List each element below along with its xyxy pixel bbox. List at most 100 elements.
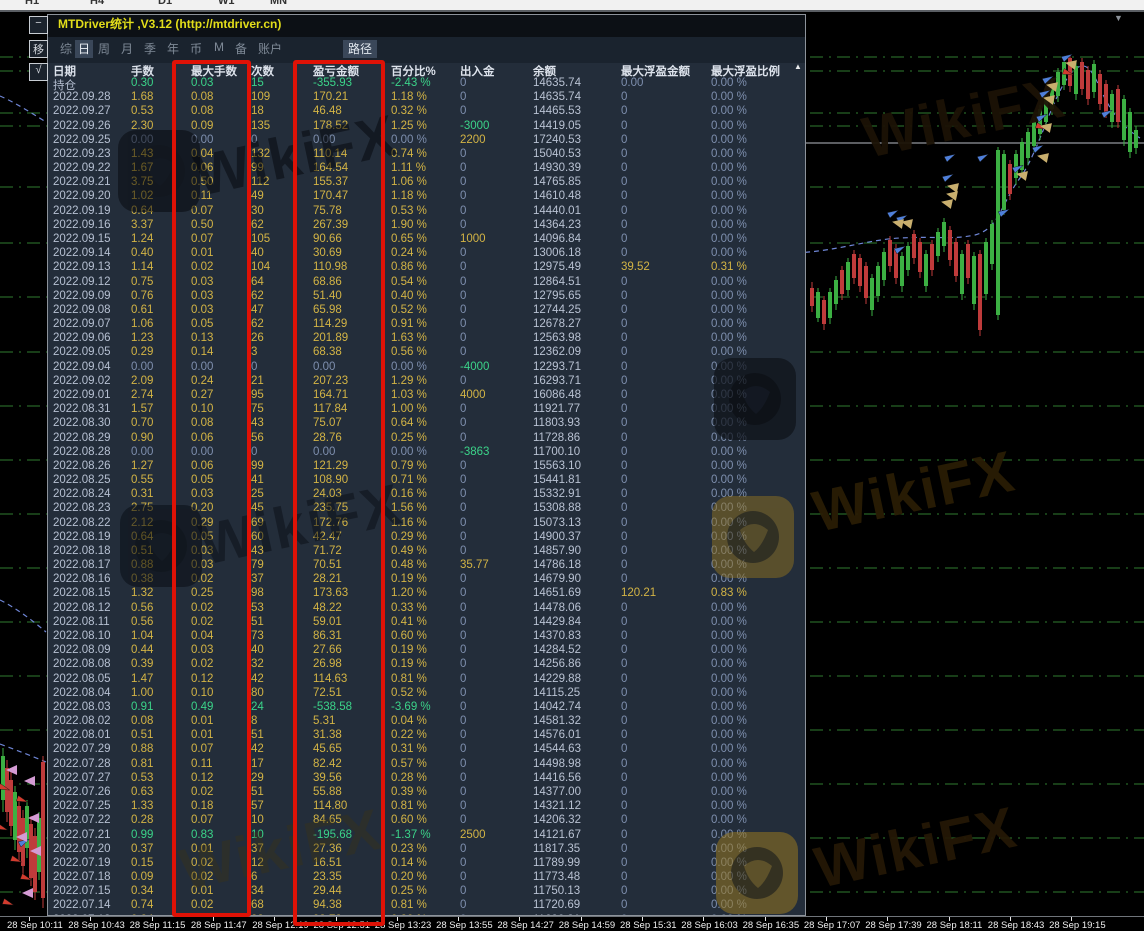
- candle-body: [1116, 89, 1120, 122]
- table-cell: 0.09: [131, 871, 153, 883]
- red-annotation-box: [172, 60, 251, 917]
- candle-body: [1128, 112, 1132, 152]
- tab-季[interactable]: 季: [141, 40, 159, 58]
- timeframe-button-W1[interactable]: W1: [218, 0, 235, 7]
- panel-title: MTDriver统计 ,V3.12 (http://mtdriver.cn): [58, 15, 281, 32]
- candle-body: [13, 792, 17, 840]
- table-cell: -3863: [460, 446, 489, 458]
- table-cell: 0.15: [131, 857, 153, 869]
- path-button[interactable]: 路径: [343, 40, 377, 58]
- table-cell: 11921.77: [533, 403, 580, 415]
- table-cell: 2022.08.10: [53, 630, 111, 642]
- table-cell: 1.11 %: [391, 162, 426, 174]
- table-cell: 42: [251, 743, 264, 755]
- table-cell: 0.00 %: [711, 843, 747, 855]
- table-cell: 99: [251, 460, 264, 472]
- candle-body: [33, 836, 37, 892]
- panel-titlebar[interactable]: MTDriver统计 ,V3.12 (http://mtdriver.cn): [48, 15, 805, 37]
- table-cell: 0.34: [131, 885, 153, 897]
- table-cell: 0.28: [131, 814, 153, 826]
- tab-月[interactable]: 月: [118, 40, 136, 58]
- tab-周[interactable]: 周: [95, 40, 113, 58]
- minimize-button[interactable]: −: [29, 16, 48, 34]
- table-cell: 0.91 %: [391, 318, 427, 330]
- table-cell: 0.00 %: [711, 602, 747, 614]
- tab-账户[interactable]: 账户: [255, 40, 285, 58]
- tab-日[interactable]: 日: [75, 40, 93, 58]
- scroll-up-icon[interactable]: ▲: [794, 62, 802, 71]
- table-cell: 2022.07.26: [53, 786, 111, 798]
- candle-body: [846, 262, 850, 290]
- table-cell: 11803.93: [533, 417, 580, 429]
- table-cell: 2.75: [131, 502, 153, 514]
- table-cell: 0.29 %: [391, 531, 427, 543]
- table-cell: 0: [621, 701, 627, 713]
- tab-M[interactable]: M: [211, 40, 227, 58]
- timeframe-button-MN[interactable]: MN: [270, 0, 287, 7]
- chevron-down-icon[interactable]: ▼: [1114, 13, 1123, 23]
- table-cell: 0: [621, 772, 627, 784]
- table-cell: 0.40 %: [391, 290, 427, 302]
- table-cell: 29: [251, 772, 264, 784]
- table-cell: 0.39 %: [391, 786, 427, 798]
- table-cell: 34: [251, 885, 264, 897]
- table-cell: 0: [621, 743, 627, 755]
- table-cell: 112: [251, 176, 269, 188]
- tab-币[interactable]: 币: [187, 40, 205, 58]
- table-cell: 0: [621, 602, 627, 614]
- timeframe-button-D1[interactable]: D1: [158, 0, 172, 7]
- table-row: 2022.07.200.370.013727.360.23 %011817.35…: [48, 843, 806, 857]
- table-cell: 0: [460, 899, 466, 911]
- table-row: 2022.08.110.560.025159.010.41 %014429.84…: [48, 616, 806, 630]
- table-cell: 3.37: [131, 219, 153, 231]
- table-cell: 40: [251, 247, 264, 259]
- table-cell: 51: [251, 786, 264, 798]
- table-cell: 1.33: [131, 800, 153, 812]
- table-cell: 0.41 %: [391, 616, 427, 628]
- table-cell: 0: [621, 403, 627, 415]
- table-cell: 0: [460, 701, 466, 713]
- timeframe-toolbar[interactable]: H1 H4 D1 W1 MN: [0, 0, 1144, 12]
- table-row: 2022.08.010.510.015131.380.22 %014576.01…: [48, 729, 806, 743]
- table-cell: 0.00 %: [391, 134, 427, 146]
- table-cell: 2.30: [131, 120, 153, 132]
- table-cell: 0: [460, 786, 466, 798]
- table-cell: 0.00 %: [711, 417, 747, 429]
- table-cell: 35.77: [460, 559, 489, 571]
- table-cell: 0: [621, 105, 627, 117]
- table-cell: 0: [460, 729, 466, 741]
- table-cell: 51: [251, 616, 264, 628]
- table-row: 2022.09.022.090.2421207.231.29 %016293.7…: [48, 375, 806, 389]
- mt4-chart-window: H1 H4 D1 W1 MN MTDriver统计 ,V3.12 (http://mtd…: [0, 0, 1144, 931]
- tab-年[interactable]: 年: [164, 40, 182, 58]
- table-cell: 25: [251, 488, 264, 500]
- axis-time-label: 28 Sep 10:43: [68, 920, 125, 931]
- table-cell: 75: [251, 403, 264, 415]
- check-button[interactable]: √: [29, 63, 48, 81]
- table-cell: 2022.08.28: [53, 446, 111, 458]
- timeframe-button-H4[interactable]: H4: [90, 0, 104, 7]
- table-cell: 14635.74: [533, 77, 581, 89]
- table-cell: 0.40: [131, 247, 153, 259]
- table-cell: 0: [460, 502, 466, 514]
- table-cell: 45: [251, 502, 264, 514]
- table-cell: 0: [460, 545, 466, 557]
- table-row: 2022.08.222.120.2969172.761.16 %015073.1…: [48, 517, 806, 531]
- table-cell: 14364.23: [533, 219, 581, 231]
- candle-body: [1044, 96, 1048, 122]
- table-cell: 2.12: [131, 517, 153, 529]
- table-cell: 0: [621, 247, 627, 259]
- table-row: 2022.09.151.240.0710590.660.65 %10001409…: [48, 233, 806, 247]
- tab-综[interactable]: 综: [57, 40, 75, 58]
- table-cell: 2500: [460, 829, 486, 841]
- table-cell: 0: [251, 134, 257, 146]
- table-cell: 16086.48: [533, 389, 581, 401]
- table-cell: 0.00 %: [711, 304, 747, 316]
- table-cell: 0: [460, 261, 466, 273]
- timeframe-button-H1[interactable]: H1: [25, 0, 39, 7]
- table-cell: 2.09: [131, 375, 153, 387]
- table-cell: 0: [460, 517, 466, 529]
- table-cell: 0.00 %: [711, 233, 747, 245]
- tab-备[interactable]: 备: [232, 40, 250, 58]
- move-button[interactable]: 移: [29, 40, 48, 58]
